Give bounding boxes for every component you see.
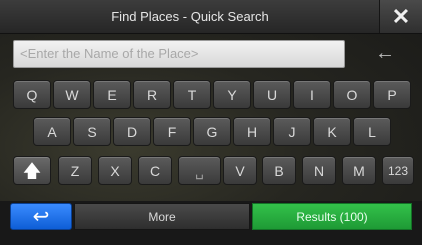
title-bar: Find Places - Quick Search ✕ <box>0 0 422 34</box>
back-button[interactable]: ↩ <box>10 203 72 230</box>
key-q[interactable]: Q <box>13 80 51 109</box>
key-c[interactable]: C <box>138 156 172 185</box>
key-k[interactable]: K <box>313 117 351 146</box>
key-r[interactable]: R <box>133 80 171 109</box>
key-p[interactable]: P <box>373 80 411 109</box>
more-button[interactable]: More <box>74 203 250 230</box>
key-d[interactable]: D <box>113 117 151 146</box>
key-b[interactable]: B <box>262 156 296 185</box>
back-arrow-icon: ↩ <box>32 206 50 228</box>
key-y[interactable]: Y <box>213 80 251 109</box>
key-x[interactable]: X <box>98 156 132 185</box>
numeric-key[interactable]: 123 <box>382 156 414 185</box>
key-n[interactable]: N <box>302 156 336 185</box>
key-a[interactable]: A <box>33 117 71 146</box>
key-w[interactable]: W <box>53 80 91 109</box>
close-button[interactable]: ✕ <box>379 0 422 33</box>
space-key[interactable]: ␣ <box>178 156 221 185</box>
key-h[interactable]: H <box>233 117 271 146</box>
quick-search-screen: Find Places - Quick Search ✕ ← Q W E R T… <box>0 0 422 245</box>
key-i[interactable]: I <box>293 80 331 109</box>
key-o[interactable]: O <box>333 80 371 109</box>
search-input[interactable] <box>14 41 340 65</box>
backspace-button[interactable]: ← <box>356 40 414 66</box>
key-f[interactable]: F <box>153 117 191 146</box>
key-z[interactable]: Z <box>58 156 92 185</box>
backspace-icon: ← <box>375 42 395 64</box>
key-l[interactable]: L <box>353 117 391 146</box>
space-icon: ␣ <box>195 163 204 179</box>
key-j[interactable]: J <box>273 117 311 146</box>
results-button[interactable]: Results (100) <box>252 203 412 230</box>
key-m[interactable]: M <box>342 156 376 185</box>
key-s[interactable]: S <box>73 117 111 146</box>
window-title: Find Places - Quick Search <box>111 9 269 24</box>
close-icon: ✕ <box>391 4 411 29</box>
key-e[interactable]: E <box>93 80 131 109</box>
key-t[interactable]: T <box>173 80 211 109</box>
search-field[interactable] <box>13 40 345 68</box>
key-u[interactable]: U <box>253 80 291 109</box>
shift-icon: 🡅 <box>22 161 42 181</box>
key-g[interactable]: G <box>193 117 231 146</box>
key-v[interactable]: V <box>223 156 257 185</box>
shift-key[interactable]: 🡅 <box>13 156 51 185</box>
